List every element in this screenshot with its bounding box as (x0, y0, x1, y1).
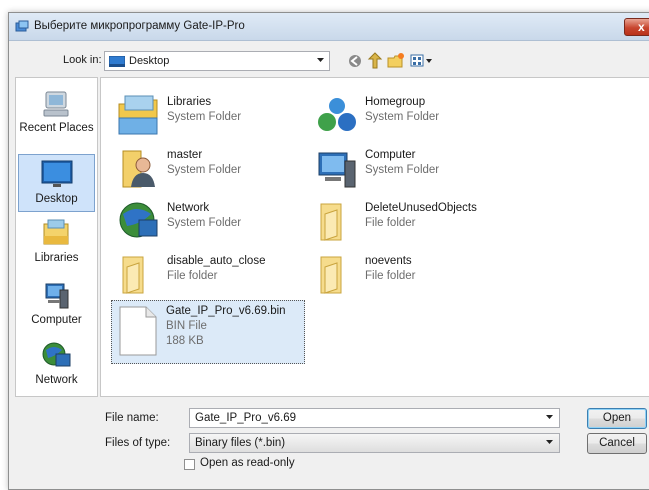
list-item[interactable]: DeleteUnusedObjects File folder (311, 198, 501, 246)
list-item-selected[interactable]: Gate_IP_Pro_v6.69.bin BIN File 188 KB (111, 300, 305, 364)
file-name-label: File name: (105, 412, 159, 424)
folder-icon (320, 256, 342, 294)
file-type: System Folder (365, 111, 440, 123)
user-folder-icon (122, 150, 155, 188)
file-name: Gate_IP_Pro_v6.69.bin (166, 305, 286, 317)
file-name: Network (167, 202, 210, 214)
libraries-icon (43, 219, 69, 245)
place-desktop[interactable]: Desktop (18, 154, 95, 212)
folder-icon (122, 256, 144, 294)
view-menu-icon[interactable] (409, 52, 435, 70)
file-type: File folder (365, 270, 416, 282)
close-button[interactable]: x (624, 18, 649, 36)
open-button[interactable]: Open (587, 408, 647, 429)
file-type-select[interactable]: Binary files (*.bin) (189, 433, 560, 453)
computer-icon (318, 152, 356, 188)
computer-icon (45, 283, 69, 309)
place-label: Libraries (34, 252, 79, 264)
file-type: System Folder (167, 111, 242, 123)
place-network[interactable]: Network (18, 336, 95, 394)
desktop-small-icon (109, 56, 125, 67)
chevron-down-icon[interactable] (546, 415, 553, 419)
readonly-checkbox[interactable] (184, 459, 195, 470)
file-type: BIN File (166, 320, 207, 332)
list-item[interactable]: disable_auto_close File folder (113, 251, 303, 299)
file-name-value: Gate_IP_Pro_v6.69 (195, 412, 297, 424)
file-name: DeleteUnusedObjects (365, 202, 477, 214)
app-icon (15, 20, 29, 32)
list-item[interactable]: Libraries System Folder (113, 92, 303, 140)
list-item[interactable]: Computer System Folder (311, 145, 501, 193)
file-name: master (167, 149, 203, 161)
look-in-label: Look in: (63, 54, 102, 66)
place-recent-places[interactable]: Recent Places (18, 84, 95, 142)
file-name: noevents (365, 255, 412, 267)
file-type: System Folder (167, 217, 242, 229)
new-folder-icon[interactable] (387, 52, 405, 70)
place-label: Desktop (35, 193, 78, 205)
readonly-label: Open as read-only (200, 457, 295, 469)
window-title: Выберите микропрограмму Gate-IP-Pro (34, 20, 245, 32)
file-name: disable_auto_close (167, 255, 266, 267)
up-folder-icon[interactable] (366, 52, 384, 70)
file-name: Computer (365, 149, 416, 161)
title-bar[interactable]: Выберите микропрограмму Gate-IP-Pro x (9, 13, 649, 41)
network-icon (119, 202, 158, 238)
chevron-down-icon (546, 440, 553, 444)
desktop-icon (41, 160, 73, 187)
file-type: File folder (365, 217, 416, 229)
place-computer[interactable]: Computer (18, 276, 95, 334)
cancel-button[interactable]: Cancel (587, 433, 647, 454)
file-type-value: Binary files (*.bin) (195, 437, 286, 449)
file-type-label: Files of type: (105, 437, 171, 449)
file-type: File folder (167, 270, 218, 282)
place-label: Recent Places (19, 122, 94, 134)
file-size: 188 KB (166, 335, 204, 347)
file-type: System Folder (167, 164, 242, 176)
file-type: System Folder (365, 164, 440, 176)
network-icon (42, 342, 71, 367)
file-icon (119, 306, 157, 356)
file-name: Libraries (167, 96, 212, 108)
open-file-dialog: Выберите микропрограмму Gate-IP-Pro x Lo… (8, 12, 649, 490)
back-icon[interactable] (346, 52, 364, 70)
place-libraries[interactable]: Libraries (18, 214, 95, 272)
look-in-value: Desktop (129, 55, 170, 67)
place-label: Network (35, 374, 78, 386)
list-item[interactable]: Network System Folder (113, 198, 303, 246)
file-name: Homegroup (365, 96, 426, 108)
file-name-input[interactable]: Gate_IP_Pro_v6.69 (189, 408, 560, 428)
look-in-combo[interactable]: Desktop (104, 51, 330, 71)
places-bar: Recent Places Desktop Libraries Computer… (15, 77, 98, 397)
list-item[interactable]: Homegroup System Folder (311, 92, 501, 140)
file-list[interactable]: Libraries System Folder Homegroup System… (100, 77, 649, 397)
homegroup-icon (318, 98, 356, 131)
list-item[interactable]: noevents File folder (311, 251, 501, 299)
libraries-folder-icon (118, 95, 158, 135)
recent-places-icon (43, 91, 69, 117)
list-item[interactable]: master System Folder (113, 145, 303, 193)
chevron-down-icon (317, 58, 324, 62)
folder-icon (320, 203, 342, 241)
place-label: Computer (31, 314, 82, 326)
